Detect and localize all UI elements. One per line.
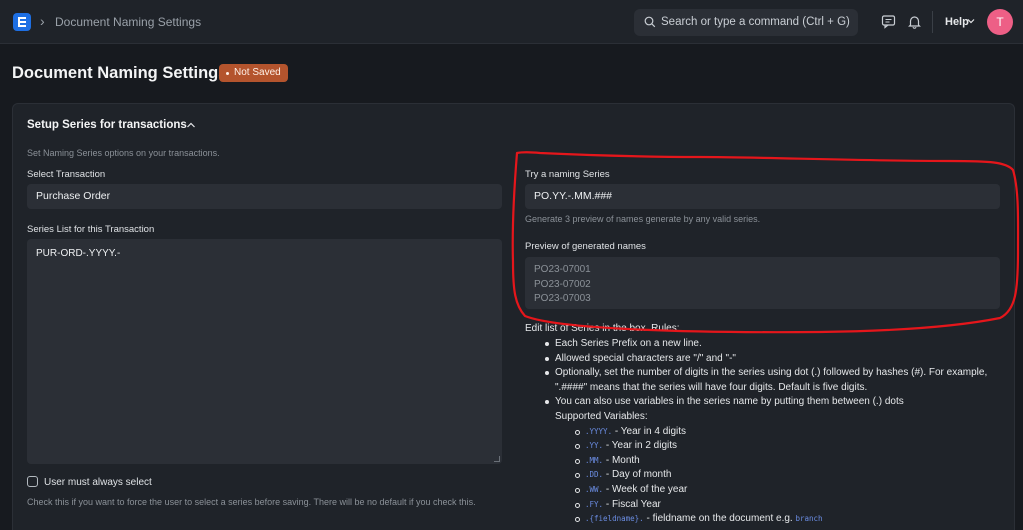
select-transaction-field[interactable]: Purchase Order bbox=[27, 184, 502, 209]
rule-item: You can also use variables in the series… bbox=[545, 395, 1000, 527]
chevron-down-icon[interactable] bbox=[967, 17, 975, 25]
variable-example: branch bbox=[795, 514, 823, 524]
section-title[interactable]: Setup Series for transactions bbox=[27, 119, 187, 131]
variable-item: .YYYY. - Year in 4 digits bbox=[575, 425, 1000, 440]
chat-icon[interactable] bbox=[881, 14, 896, 29]
rules-list: Each Series Prefix on a new line. Allowe… bbox=[545, 337, 1000, 527]
try-series-input[interactable]: PO.YY.-.MM.### bbox=[525, 184, 1000, 209]
variable-text: - Week of the year bbox=[605, 483, 688, 495]
search-icon bbox=[644, 16, 656, 28]
variable-text: - fieldname on the document e.g. bbox=[646, 513, 793, 525]
variables-list: .YYYY. - Year in 4 digits .YY. - Year in… bbox=[575, 425, 1000, 527]
preview-name: PO23-07002 bbox=[534, 278, 591, 290]
section-description: Set Naming Series options on your transa… bbox=[27, 148, 220, 158]
series-list-value: PUR-ORD-.YYYY.- bbox=[36, 248, 121, 259]
variable-item: .WW. - Week of the year bbox=[575, 483, 1000, 498]
try-series-label: Try a naming Series bbox=[525, 169, 610, 180]
variable-text: - Day of month bbox=[605, 469, 672, 481]
bell-icon[interactable] bbox=[907, 14, 922, 29]
checkbox-label: User must always select bbox=[44, 477, 152, 488]
variable-code: .{fieldname}. bbox=[585, 514, 644, 524]
variable-item: .{fieldname}. - fieldname on the documen… bbox=[575, 512, 1000, 527]
navbar-divider bbox=[932, 11, 933, 33]
series-list-label: Series List for this Transaction bbox=[27, 224, 155, 235]
chevron-right-icon: › bbox=[40, 13, 45, 29]
series-list-textarea[interactable]: PUR-ORD-.YYYY.- bbox=[27, 239, 502, 464]
rules-heading: Edit list of Series in the box. Rules: bbox=[525, 323, 680, 334]
rule-item: Allowed special characters are "/" and "… bbox=[545, 352, 1000, 367]
variable-text: - Month bbox=[605, 454, 640, 466]
variable-code: .DD. bbox=[585, 470, 604, 480]
rule-item: Optionally, set the number of digits in … bbox=[545, 366, 1000, 395]
checkbox-description: Check this if you want to force the user… bbox=[27, 497, 476, 507]
breadcrumb[interactable]: Document Naming Settings bbox=[55, 15, 201, 29]
search-placeholder: Search or type a command (Ctrl + G) bbox=[661, 16, 850, 28]
user-must-select-checkbox[interactable] bbox=[27, 476, 38, 487]
try-series-description: Generate 3 preview of names generate by … bbox=[525, 214, 761, 224]
top-navbar: › Document Naming Settings Search or typ… bbox=[0, 0, 1023, 44]
rule-item: Each Series Prefix on a new line. bbox=[545, 337, 1000, 352]
search-input[interactable]: Search or type a command (Ctrl + G) bbox=[634, 9, 858, 36]
variable-code: .WW. bbox=[585, 484, 604, 494]
variable-text: - Year in 4 digits bbox=[614, 425, 687, 437]
supported-variables-label: Supported Variables: bbox=[555, 410, 648, 422]
resize-handle-icon[interactable] bbox=[494, 456, 500, 462]
avatar[interactable]: T bbox=[987, 9, 1013, 35]
status-badge: Not Saved bbox=[219, 64, 288, 82]
variable-code: .MM. bbox=[585, 455, 604, 465]
variable-text: - Fiscal Year bbox=[605, 498, 661, 510]
variable-code: .YY. bbox=[585, 441, 604, 451]
help-menu-button[interactable]: Help bbox=[945, 16, 969, 28]
rule-text: You can also use variables in the series… bbox=[555, 396, 904, 408]
variable-text: - Year in 2 digits bbox=[605, 440, 678, 452]
preview-label: Preview of generated names bbox=[525, 241, 646, 252]
page-title: Document Naming Settings bbox=[12, 64, 228, 82]
preview-name: PO23-07003 bbox=[534, 293, 591, 304]
variable-item: .DD. - Day of month bbox=[575, 468, 1000, 483]
chevron-up-icon[interactable] bbox=[186, 121, 196, 129]
select-transaction-label: Select Transaction bbox=[27, 169, 106, 180]
preview-name: PO23-07001 bbox=[534, 264, 591, 275]
variable-item: .MM. - Month bbox=[575, 454, 1000, 469]
variable-item: .FY. - Fiscal Year bbox=[575, 498, 1000, 513]
variable-item: .YY. - Year in 2 digits bbox=[575, 439, 1000, 454]
preview-box: PO23-07001 PO23-07002 PO23-07003 bbox=[525, 257, 1000, 309]
variable-code: .YYYY. bbox=[585, 426, 613, 436]
variable-code: .FY. bbox=[585, 499, 604, 509]
app-logo-icon[interactable] bbox=[13, 13, 31, 31]
